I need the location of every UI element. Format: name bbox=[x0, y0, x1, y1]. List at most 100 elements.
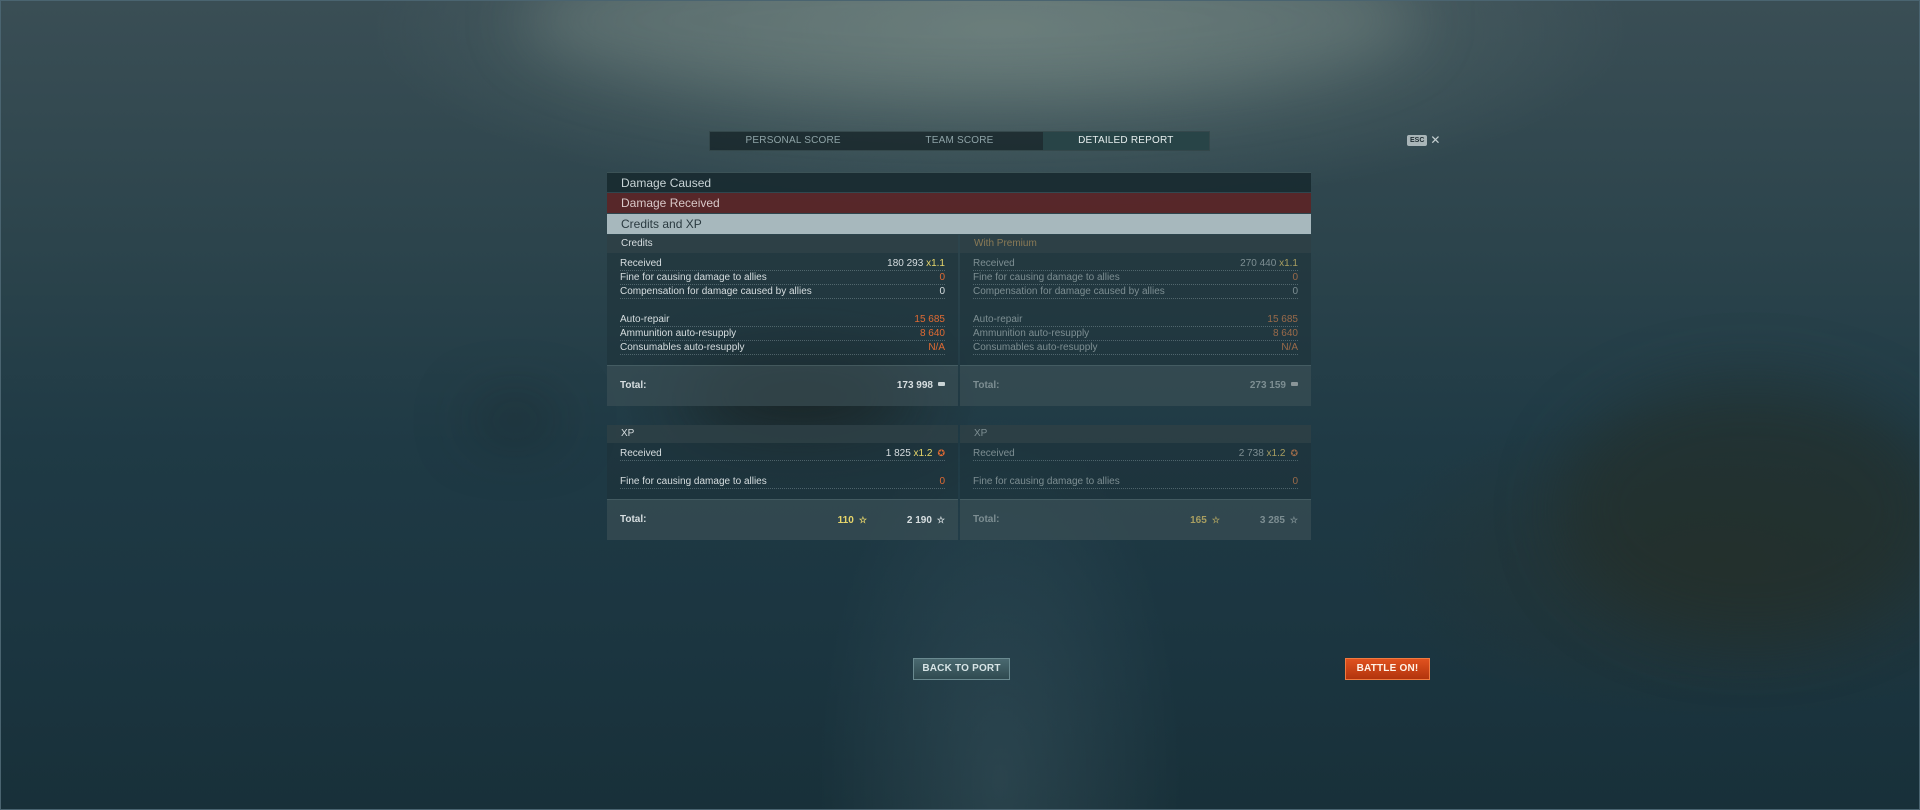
battle-on-button[interactable]: BATTLE ON! bbox=[1345, 658, 1430, 680]
credits-premium-rows: Received 270 440 x1.1 Fine for causing d… bbox=[960, 253, 1311, 365]
xp-total-bar: Total: 110 ☆ 2 190 ☆ bbox=[607, 499, 958, 540]
tab-team-score[interactable]: TEAM SCORE bbox=[876, 132, 1042, 150]
credits-premium-fine-value: 0 bbox=[1292, 272, 1298, 283]
xp-premium-panel: XP Received 2 738 x1.2 ✪ Fine for causing… bbox=[960, 425, 1311, 540]
xp-premium-multiplier: x1.2 bbox=[1266, 448, 1286, 459]
free-xp-star-icon: ☆ bbox=[858, 515, 867, 525]
section-damage-received[interactable]: Damage Received bbox=[607, 193, 1311, 213]
credits-ammo-value: 8 640 bbox=[919, 328, 945, 339]
section-damage-caused[interactable]: Damage Caused bbox=[607, 172, 1311, 192]
xp-star-icon: ☆ bbox=[936, 515, 945, 525]
credits-premium-consumables-row: Consumables auto-resupply N/A bbox=[973, 341, 1298, 355]
row-label: Fine for causing damage to allies bbox=[973, 476, 1120, 487]
credits-premium-repair-value: 15 685 bbox=[1267, 314, 1298, 325]
credits-rows: Received 180 293 x1.1 Fine for causing d… bbox=[607, 253, 958, 365]
xp-header: XP bbox=[607, 425, 958, 443]
credits-premium-total-bar: Total: 273 159 bbox=[960, 365, 1311, 406]
credits-consumables-row: Consumables auto-resupply N/A bbox=[620, 341, 945, 355]
premium-flag-icon: ✪ bbox=[1290, 448, 1298, 458]
credits-premium-fine-row: Fine for causing damage to allies 0 bbox=[973, 271, 1298, 285]
credits-consumables-value: N/A bbox=[928, 342, 945, 353]
credits-panel: Credits Received 180 293 x1.1 Fine for c… bbox=[607, 235, 958, 406]
credits-total-bar: Total: 173 998 bbox=[607, 365, 958, 406]
row-label: Consumables auto-resupply bbox=[973, 342, 1098, 353]
row-spacer bbox=[973, 299, 1298, 313]
credits-fine-row: Fine for causing damage to allies 0 bbox=[620, 271, 945, 285]
xp-premium-received-value: 2 738 bbox=[1238, 448, 1264, 459]
credits-premium-ammo-row: Ammunition auto-resupply 8 640 bbox=[973, 327, 1298, 341]
xp-premium-total-value: 3 285 bbox=[1259, 515, 1285, 526]
credits-premium-header: With Premium bbox=[960, 235, 1311, 253]
credits-premium-repair-row: Auto-repair 15 685 bbox=[973, 313, 1298, 327]
row-label: Compensation for damage caused by allies bbox=[973, 286, 1165, 297]
xp-rows: Received 1 825 x1.2 ✪ Fine for causing da… bbox=[607, 443, 958, 499]
row-label: Received bbox=[620, 448, 662, 459]
row-spacer bbox=[620, 299, 945, 313]
xp-premium-fine-value: 0 bbox=[1292, 476, 1298, 487]
xp-fine-value: 0 bbox=[939, 476, 945, 487]
row-label: Received bbox=[973, 448, 1015, 459]
xp-star-icon: ☆ bbox=[1289, 515, 1298, 525]
row-spacer bbox=[973, 461, 1298, 475]
close-icon: ✕ bbox=[1430, 133, 1441, 147]
free-xp-star-icon: ☆ bbox=[1211, 515, 1220, 525]
credits-ammo-row: Ammunition auto-resupply 8 640 bbox=[620, 327, 945, 341]
credits-received-row: Received 180 293 x1.1 bbox=[620, 257, 945, 271]
credits-header: Credits bbox=[607, 235, 958, 253]
total-label: Total: bbox=[973, 514, 1000, 525]
total-label: Total: bbox=[620, 514, 647, 525]
credits-compensation-value: 0 bbox=[939, 286, 945, 297]
credits-premium-consumables-value: N/A bbox=[1281, 342, 1298, 353]
free-xp-value: 110 bbox=[837, 515, 854, 526]
xp-received-row: Received 1 825 x1.2 ✪ bbox=[620, 447, 945, 461]
credits-premium-total-value: 273 159 bbox=[1249, 380, 1286, 391]
credits-repair-row: Auto-repair 15 685 bbox=[620, 313, 945, 327]
close-button[interactable]: ESC ✕ bbox=[1407, 134, 1440, 146]
credits-premium-panel: With Premium Received 270 440 x1.1 Fine … bbox=[960, 235, 1311, 406]
credits-premium-received-row: Received 270 440 x1.1 bbox=[973, 257, 1298, 271]
credits-icon bbox=[938, 382, 945, 386]
tab-personal-score[interactable]: PERSONAL SCORE bbox=[710, 132, 876, 150]
credits-premium-multiplier: x1.1 bbox=[1279, 258, 1298, 269]
xp-panel: XP Received 1 825 x1.2 ✪ Fine for causing… bbox=[607, 425, 958, 540]
credits-fine-value: 0 bbox=[939, 272, 945, 283]
row-label: Compensation for damage caused by allies bbox=[620, 286, 812, 297]
credits-repair-value: 15 685 bbox=[914, 314, 945, 325]
esc-key-badge: ESC bbox=[1407, 134, 1428, 146]
free-xp-premium-value: 165 bbox=[1190, 515, 1207, 526]
xp-multiplier: x1.2 bbox=[913, 448, 933, 459]
credits-premium-ammo-value: 8 640 bbox=[1272, 328, 1298, 339]
credits-multiplier: x1.1 bbox=[926, 258, 945, 269]
section-credits-and-xp[interactable]: Credits and XP bbox=[607, 214, 1311, 234]
background-coast bbox=[1560, 380, 1920, 640]
total-label: Total: bbox=[620, 380, 647, 391]
row-label: Received bbox=[620, 258, 662, 269]
xp-premium-header: XP bbox=[960, 425, 1311, 443]
xp-total-value: 2 190 bbox=[906, 515, 932, 526]
row-label: Auto-repair bbox=[620, 314, 670, 325]
background-rock bbox=[470, 405, 560, 435]
xp-premium-fine-row: Fine for causing damage to allies 0 bbox=[973, 475, 1298, 489]
credits-premium-compensation-row: Compensation for damage caused by allies… bbox=[973, 285, 1298, 299]
row-label: Fine for causing damage to allies bbox=[620, 272, 767, 283]
credits-received-value: 180 293 bbox=[887, 258, 924, 269]
row-label: Fine for causing damage to allies bbox=[620, 476, 767, 487]
background-sky-glow bbox=[520, 0, 1420, 100]
premium-flag-icon: ✪ bbox=[937, 448, 945, 458]
xp-fine-row: Fine for causing damage to allies 0 bbox=[620, 475, 945, 489]
row-label: Received bbox=[973, 258, 1015, 269]
credits-premium-received-value: 270 440 bbox=[1240, 258, 1277, 269]
tab-detailed-report[interactable]: DETAILED REPORT bbox=[1042, 132, 1209, 150]
row-label: Fine for causing damage to allies bbox=[973, 272, 1120, 283]
row-label: Ammunition auto-resupply bbox=[620, 328, 737, 339]
xp-premium-received-row: Received 2 738 x1.2 ✪ bbox=[973, 447, 1298, 461]
row-spacer bbox=[620, 461, 945, 475]
row-label: Consumables auto-resupply bbox=[620, 342, 745, 353]
credits-total-value: 173 998 bbox=[896, 380, 933, 391]
row-label: Auto-repair bbox=[973, 314, 1023, 325]
report-tabs: PERSONAL SCORE TEAM SCORE DETAILED REPOR… bbox=[709, 131, 1210, 151]
back-to-port-button[interactable]: BACK TO PORT bbox=[913, 658, 1010, 680]
row-label: Ammunition auto-resupply bbox=[973, 328, 1090, 339]
total-label: Total: bbox=[973, 380, 1000, 391]
xp-premium-total-bar: Total: 165 ☆ 3 285 ☆ bbox=[960, 499, 1311, 540]
